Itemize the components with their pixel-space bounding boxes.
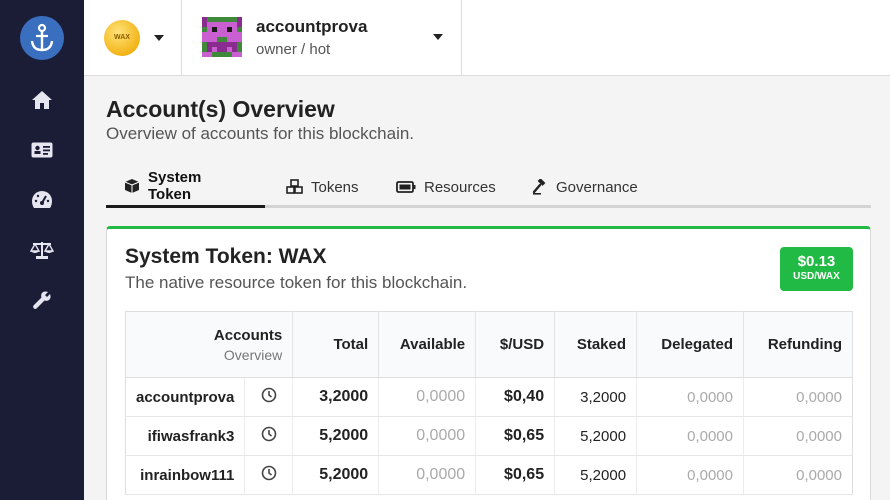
tab-label: Resources [424, 178, 496, 196]
available-cell: 0,0000 [378, 416, 477, 456]
refunding-cell: 0,0000 [743, 455, 853, 495]
usd-cell: $0,40 [475, 377, 556, 417]
tab-governance[interactable]: Governance [514, 166, 656, 208]
table-header-row: Accounts Overview Total Available $/USD … [125, 311, 853, 378]
header-accounts: Accounts Overview [125, 311, 294, 378]
anchor-logo-icon[interactable] [20, 16, 64, 60]
account-cell[interactable]: inrainbow111 [125, 455, 246, 495]
usd-cell: $0,65 [475, 455, 556, 495]
staked-cell: 3,2000 [554, 377, 638, 417]
delegated-cell: 0,0000 [636, 377, 744, 417]
cubes-icon [286, 179, 303, 194]
balance-scale-icon[interactable] [28, 236, 56, 264]
wax-coin-icon: WAX [104, 19, 140, 56]
page-subtitle: Overview of accounts for this blockchain… [106, 124, 415, 143]
account-name: accountprova [256, 17, 368, 36]
header-accounts-label: Accounts [213, 326, 283, 344]
system-token-card: System Token: WAX The native resource to… [106, 226, 871, 500]
table-row: inrainbow111 5,2000 0,0000 $0,65 5,2000 … [125, 455, 853, 495]
account-cell[interactable]: accountprova [125, 377, 246, 417]
total-cell: 3,2000 [292, 377, 380, 417]
header-accounts-sub: Overview [223, 346, 283, 363]
header-available[interactable]: Available [378, 311, 477, 378]
tab-tokens[interactable]: Tokens [268, 166, 377, 208]
available-cell: 0,0000 [378, 377, 477, 417]
card-title: System Token: WAX [125, 245, 327, 268]
cube-icon [124, 178, 140, 193]
top-bar: WAX accountprova owner / hot [84, 0, 890, 76]
header-refunding[interactable]: Refunding [743, 311, 853, 378]
header-usd[interactable]: $/USD [475, 311, 556, 378]
tab-label: Governance [556, 178, 638, 196]
wrench-icon[interactable] [28, 286, 56, 314]
header-staked[interactable]: Staked [554, 311, 638, 378]
header-total[interactable]: Total [292, 311, 380, 378]
tab-resources[interactable]: Resources [378, 166, 514, 208]
total-cell: 5,2000 [292, 416, 380, 456]
delegated-cell: 0,0000 [636, 416, 744, 456]
available-cell: 0,0000 [378, 455, 477, 495]
tab-label: Tokens [311, 178, 359, 196]
price-unit: USD/WAX [793, 271, 840, 282]
card-subtitle: The native resource token for this block… [125, 273, 468, 292]
account-cell[interactable]: ifiwasfrank3 [125, 416, 246, 456]
account-permission: owner / hot [256, 41, 331, 58]
sidebar [0, 0, 84, 500]
account-selector[interactable]: accountprova owner / hot [182, 0, 462, 75]
page-title: Account(s) Overview [106, 96, 335, 122]
home-icon[interactable] [28, 86, 56, 114]
table-row: accountprova 3,2000 0,0000 $0,40 3,2000 … [125, 377, 853, 417]
tab-system-token[interactable]: System Token [106, 166, 265, 208]
dashboard-gauge-icon[interactable] [28, 186, 56, 214]
tab-label: System Token [148, 168, 202, 203]
refunding-cell: 0,0000 [743, 377, 853, 417]
delegated-cell: 0,0000 [636, 455, 744, 495]
staked-cell: 5,2000 [554, 416, 638, 456]
staked-cell: 5,2000 [554, 455, 638, 495]
usd-cell: $0,65 [475, 416, 556, 456]
price-badge: $0.13 USD/WAX [780, 247, 853, 291]
history-clock-icon[interactable] [244, 416, 294, 456]
avatar [202, 17, 242, 57]
battery-icon [396, 181, 416, 193]
accounts-table: Accounts Overview Total Available $/USD … [125, 311, 853, 495]
refunding-cell: 0,0000 [743, 416, 853, 456]
gavel-icon [532, 179, 546, 195]
total-cell: 5,2000 [292, 455, 380, 495]
chevron-down-icon [154, 34, 164, 41]
tab-bar: System Token Tokens Resources Governance [106, 166, 871, 208]
blockchain-selector[interactable]: WAX [84, 0, 182, 75]
history-clock-icon[interactable] [244, 455, 294, 495]
chevron-down-icon [433, 34, 443, 40]
id-card-icon[interactable] [28, 136, 56, 164]
price-value: $0.13 [797, 253, 836, 270]
table-row: ifiwasfrank3 5,2000 0,0000 $0,65 5,2000 … [125, 416, 853, 456]
header-delegated[interactable]: Delegated [636, 311, 744, 378]
history-clock-icon[interactable] [244, 377, 294, 417]
